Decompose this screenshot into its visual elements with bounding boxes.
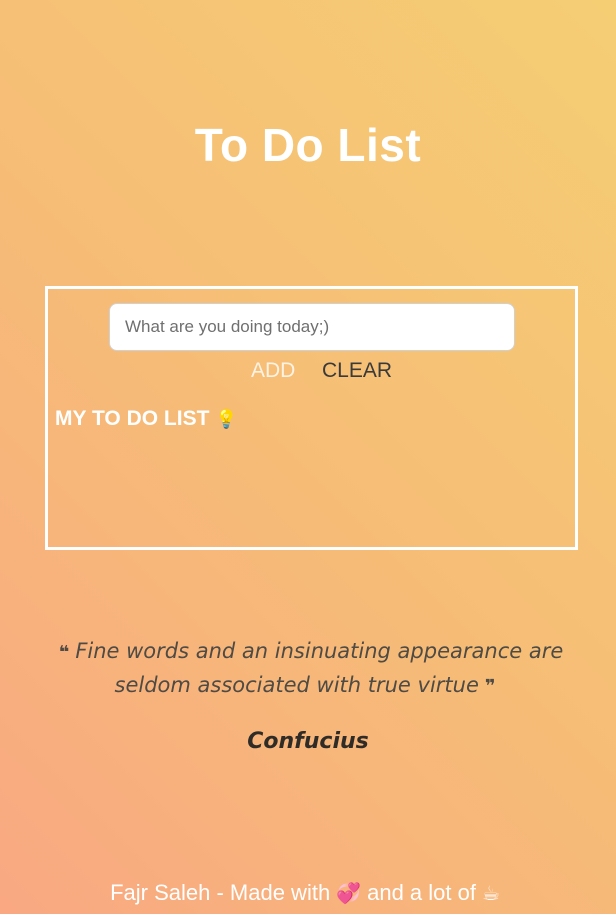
add-button[interactable]: ADD bbox=[251, 357, 295, 385]
close-quote-icon: ❞ bbox=[484, 676, 496, 697]
quote-author: Confucius bbox=[247, 729, 369, 754]
list-heading-label: MY TO DO LIST bbox=[55, 407, 210, 430]
footer-text-middle: and a lot of bbox=[367, 880, 476, 905]
clear-button[interactable]: CLEAR bbox=[322, 357, 392, 385]
list-heading: MY TO DO LIST 💡 bbox=[55, 405, 238, 433]
lightbulb-icon: 💡 bbox=[215, 409, 238, 429]
open-quote-icon: ❝ bbox=[58, 642, 70, 663]
heart-icon: 💞 bbox=[336, 883, 362, 905]
quote: ❝ Fine words and an insinuating appearanc… bbox=[40, 635, 576, 703]
todo-card: ADD CLEAR MY TO DO LIST 💡 bbox=[45, 286, 578, 550]
page-title: To Do List bbox=[194, 119, 422, 171]
task-input[interactable] bbox=[109, 303, 515, 351]
coffee-icon: ☕ bbox=[481, 883, 500, 905]
footer-text-before: Fajr Saleh - Made with bbox=[110, 880, 331, 905]
footer: Fajr Saleh - Made with 💞 and a lot of ☕ bbox=[0, 876, 616, 911]
